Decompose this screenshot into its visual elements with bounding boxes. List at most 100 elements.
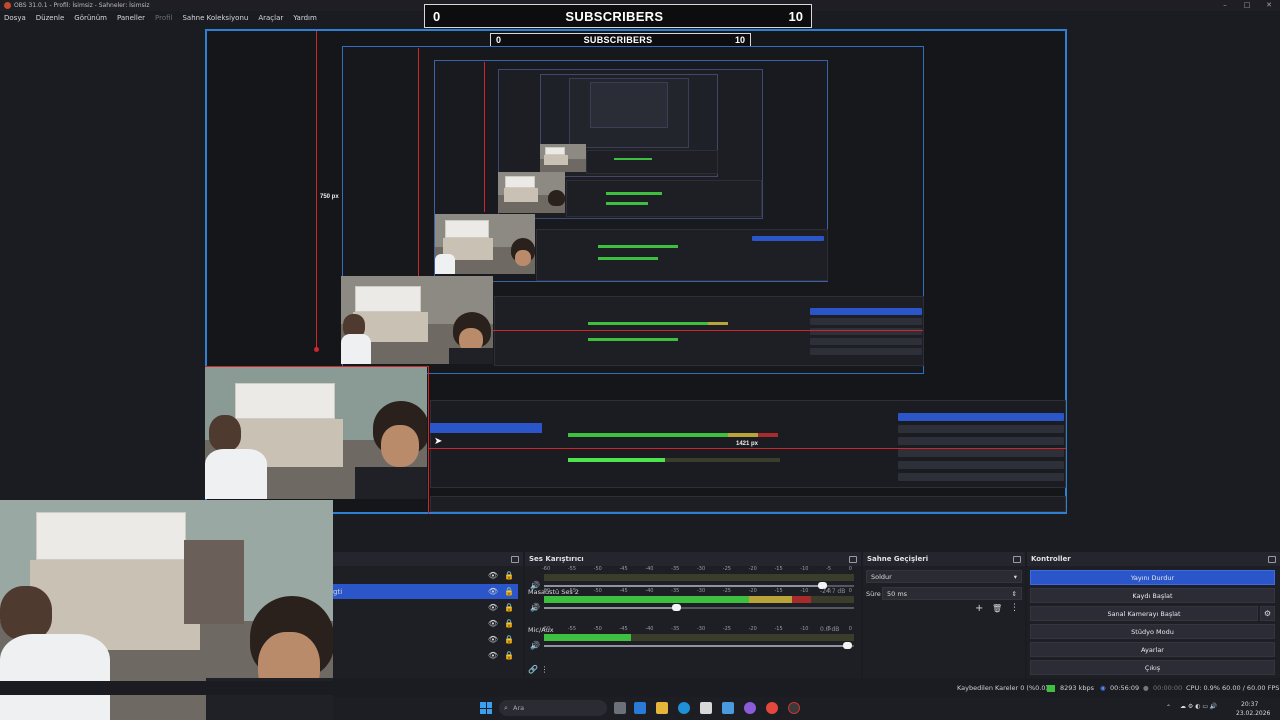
transition-type-select[interactable]: Soldur ▾ [866, 570, 1022, 583]
cam-selection-right [428, 366, 429, 514]
bitrate: 8293 kbps [1060, 684, 1095, 692]
subscribers-label-echo: SUBSCRIBERS [583, 35, 653, 45]
tray-chevron-icon[interactable]: ⌃ [1166, 704, 1171, 711]
eye-icon[interactable]: 👁 [488, 571, 498, 580]
mixer-tick-label: -30 [696, 626, 706, 632]
mixer-tick-label: -55 [567, 626, 576, 632]
eye-icon[interactable]: 👁 [488, 635, 498, 644]
webcam-capture-level4 [498, 172, 565, 213]
menu-paneller[interactable]: Paneller [117, 14, 145, 22]
exit-button[interactable]: Çıkış [1030, 660, 1275, 675]
mixer-footer-icons[interactable]: 🔗 ⋮ [528, 665, 549, 674]
source-row-selected[interactable]: gti 👁 🔒 [333, 584, 518, 599]
mixer-tick-label: -5 [826, 626, 832, 632]
source-row-5[interactable]: 👁 🔒 [333, 632, 518, 647]
guide-horizontal-2 [493, 330, 923, 331]
lock-icon[interactable]: 🔒 [504, 651, 514, 660]
lock-icon[interactable]: 🔒 [504, 619, 514, 628]
speaker-icon[interactable]: 🔊 [530, 641, 540, 650]
nested-ctrl-record [898, 425, 1064, 433]
nested-ctrl-exit [898, 473, 1064, 481]
start-record-button[interactable]: Kaydı Başlat [1030, 588, 1275, 603]
volume-slider[interactable] [544, 642, 854, 649]
edge-icon[interactable] [678, 702, 690, 714]
obs-taskbar-icon[interactable] [788, 702, 800, 714]
taskbar-time: 20:37 [1241, 701, 1259, 708]
menu-yardim[interactable]: Yardım [293, 14, 317, 22]
menu-dosya[interactable]: Dosya [4, 14, 26, 22]
eye-icon[interactable]: 👁 [488, 603, 498, 612]
dock-undock-icon[interactable] [849, 555, 857, 563]
eye-icon[interactable]: 👁 [488, 619, 498, 628]
source-row-3[interactable]: 👁 🔒 [333, 600, 518, 615]
nested-meter-4 [598, 257, 658, 260]
nested-mixer-meter-2b [665, 458, 780, 462]
mixer-tick-label: -20 [748, 566, 757, 572]
chevron-down-icon: ▾ [1013, 572, 1017, 581]
nested-meter-1-yellow [708, 322, 728, 325]
windows-start-icon[interactable] [480, 702, 492, 714]
mixer-scale: -60 -55 -50 -45 -40 -35 -30 -25 -20 -15 -10 -5 0 [542, 626, 852, 632]
mixer-tick-label: -5 [826, 588, 832, 594]
dock-undock-icon[interactable] [511, 555, 519, 563]
lock-icon[interactable]: 🔒 [504, 635, 514, 644]
tray-icons[interactable]: ☁ ⚙ ◐ ▭ 🔊 [1180, 703, 1217, 710]
store-icon[interactable] [700, 702, 712, 714]
minimize-icon[interactable]: – [1214, 0, 1236, 11]
mixer-scale: -60 -55 -50 -45 -40 -35 -30 -25 -20 -15 -10 -5 0 [542, 588, 852, 594]
source-row-4[interactable]: 👁 🔒 [333, 616, 518, 631]
start-virtual-camera-button[interactable]: Sanal Kamerayı Başlat [1030, 606, 1258, 621]
maximize-icon[interactable]: □ [1236, 0, 1258, 11]
dock-undock-icon[interactable] [1268, 555, 1276, 563]
menu-sahne-koleksiyonu[interactable]: Sahne Koleksiyonu [182, 14, 248, 22]
mixer-tick-label: 0 [848, 566, 852, 572]
lock-icon[interactable]: 🔒 [504, 603, 514, 612]
transition-duration-input[interactable]: 50 ms ⇕ [882, 587, 1022, 600]
menu-araclar[interactable]: Araçlar [258, 14, 283, 22]
mixer-tick-label: -15 [774, 566, 783, 572]
dock-spacer [333, 520, 1280, 552]
source-row-6[interactable]: 👁 🔒 [333, 648, 518, 663]
settings-button[interactable]: Ayarlar [1030, 642, 1275, 657]
dock-undock-icon[interactable] [1013, 555, 1021, 563]
studio-mode-button[interactable]: Stüdyo Modu [1030, 624, 1275, 639]
nested-meter-6 [606, 202, 648, 205]
taskbar-search[interactable]: ⌕ Ara [499, 700, 607, 716]
menu-profil[interactable]: Profil [155, 14, 172, 22]
controls-title: Kontroller [1031, 555, 1071, 563]
nested-taskbar [430, 496, 1066, 512]
stop-stream-button[interactable]: Yayını Durdur [1030, 570, 1275, 585]
mixer-tick-label: -20 [748, 588, 757, 594]
gear-icon[interactable]: ⚙ [1260, 606, 1275, 621]
copilot-icon[interactable] [634, 702, 646, 714]
webcam-capture-level5 [540, 144, 586, 172]
app-icon[interactable] [722, 702, 734, 714]
mixer-scale: -60 -55 -50 -45 -40 -35 -30 -25 -20 -15 -10 -5 0 [542, 566, 852, 572]
window-title: OBS 31.0.1 - Profil: İsimsiz - Sahneler:… [14, 2, 150, 9]
lock-icon[interactable]: 🔒 [504, 587, 514, 596]
record-time: 00:00:00 [1153, 684, 1183, 692]
eye-icon[interactable]: 👁 [488, 651, 498, 660]
lock-icon[interactable]: 🔒 [504, 571, 514, 580]
menu-duzenle[interactable]: Düzenle [36, 14, 65, 22]
trash-icon[interactable]: 🗑 [992, 604, 1002, 613]
window-controls: – □ ✕ [1214, 0, 1280, 11]
nested-stream-button-2 [752, 236, 824, 241]
volume-slider[interactable] [544, 604, 854, 611]
discord-icon[interactable] [744, 702, 756, 714]
eye-icon[interactable]: 👁 [488, 587, 498, 596]
subscribers-bar-echo: 0 SUBSCRIBERS 10 [490, 33, 751, 47]
nested-studio-button [810, 338, 922, 345]
add-transition-icon[interactable]: + [975, 603, 983, 614]
task-view-icon[interactable] [614, 702, 626, 714]
volume-slider[interactable] [544, 582, 854, 589]
mixer-tick-label: -40 [645, 588, 654, 594]
file-explorer-icon[interactable] [656, 702, 668, 714]
menu-gorunum[interactable]: Görünüm [74, 14, 107, 22]
source-row-1[interactable]: 👁 🔒 [333, 568, 518, 583]
transition-menu-icon[interactable]: ⋮ [1010, 603, 1019, 613]
close-icon[interactable]: ✕ [1258, 0, 1280, 11]
width-guide-label: 1421 px [736, 441, 759, 447]
mixer-channel-menu-icon[interactable]: ⋮ [532, 603, 540, 612]
chrome-icon[interactable] [766, 702, 778, 714]
